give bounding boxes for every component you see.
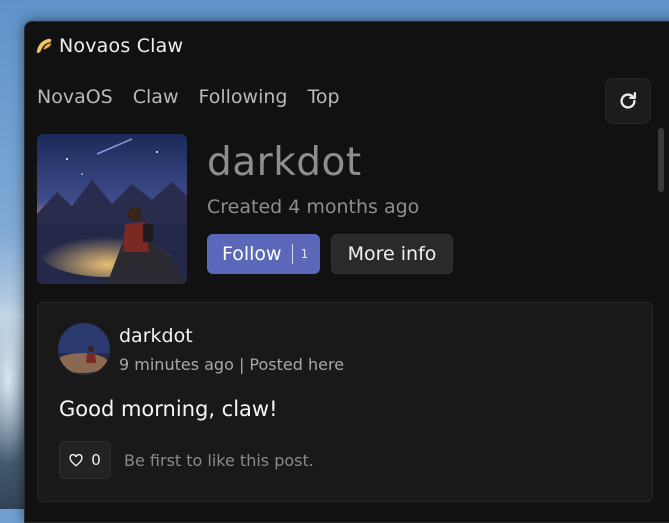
post-text: Good morning, claw! bbox=[59, 397, 278, 421]
post-author[interactable]: darkdot bbox=[119, 325, 193, 347]
profile-name: darkdot bbox=[207, 140, 362, 185]
app-window: Novaos Claw NovaOS Claw Following Top da… bbox=[24, 21, 669, 523]
follower-count: 1 bbox=[300, 247, 309, 261]
like-button[interactable]: 0 bbox=[59, 441, 111, 479]
post-card: darkdot 9 minutes ago | Posted here Good… bbox=[37, 302, 653, 502]
nav-item-top[interactable]: Top bbox=[307, 86, 339, 108]
top-nav: NovaOS Claw Following Top bbox=[37, 86, 360, 108]
post-meta: 9 minutes ago | Posted here bbox=[119, 355, 345, 374]
scrollbar-thumb[interactable] bbox=[658, 128, 664, 192]
profile-created: Created 4 months ago bbox=[207, 196, 420, 218]
avatar[interactable] bbox=[58, 323, 110, 375]
follow-separator bbox=[291, 244, 293, 264]
heart-icon bbox=[69, 453, 83, 467]
like-count: 0 bbox=[91, 451, 101, 469]
nav-item-claw[interactable]: Claw bbox=[133, 86, 179, 108]
refresh-button[interactable] bbox=[605, 78, 651, 124]
profile-image bbox=[37, 134, 187, 284]
follow-label: Follow bbox=[222, 243, 282, 265]
nav-item-following[interactable]: Following bbox=[198, 86, 287, 108]
refresh-icon bbox=[620, 92, 637, 109]
more-info-button[interactable]: More info bbox=[331, 234, 453, 274]
novaos-claw-logo-icon bbox=[36, 38, 52, 54]
title-bar: Novaos Claw bbox=[35, 34, 183, 58]
like-hint: Be first to like this post. bbox=[124, 451, 314, 470]
nav-item-novaos[interactable]: NovaOS bbox=[37, 86, 113, 108]
window-title: Novaos Claw bbox=[59, 35, 184, 57]
follow-button[interactable]: Follow 1 bbox=[207, 234, 320, 274]
